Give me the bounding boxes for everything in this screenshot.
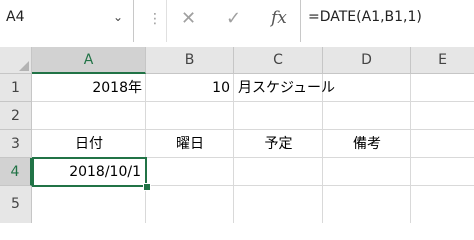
active-cell-a4[interactable]: 2018/10/1: [32, 157, 147, 187]
row-header-2[interactable]: 2: [0, 102, 32, 130]
chevron-down-icon[interactable]: ⌄: [113, 10, 123, 24]
formula-bar: A4 ⌄ ⋮ ✕ ✓ fx =DATE(A1,B1,1): [0, 0, 474, 48]
cell-b3[interactable]: 曜日: [146, 130, 234, 158]
check-icon[interactable]: ✓: [226, 8, 241, 29]
cell-c1[interactable]: 月スケジュール: [234, 74, 412, 102]
cell-b1[interactable]: 10: [146, 74, 234, 102]
formula-bar-buttons: ✕ ✓ fx: [166, 0, 300, 42]
fx-icon[interactable]: fx: [271, 8, 287, 28]
column-header-c[interactable]: C: [234, 47, 323, 74]
column-header-e[interactable]: E: [411, 47, 474, 74]
select-all-corner[interactable]: [0, 47, 32, 74]
column-header-d[interactable]: D: [323, 47, 411, 74]
formula-text[interactable]: =DATE(A1,B1,1): [308, 9, 422, 25]
cell-c3[interactable]: 予定: [234, 130, 323, 158]
column-header-a[interactable]: A: [32, 47, 146, 74]
name-box[interactable]: A4 ⌄: [0, 0, 134, 42]
row-header-1[interactable]: 1: [0, 74, 32, 102]
formula-input[interactable]: =DATE(A1,B1,1): [300, 0, 474, 42]
cell-d3[interactable]: 備考: [323, 130, 411, 158]
spreadsheet-grid: A B C D E 1 2 3 4 5 2018年 10 月スケジュール 日付 …: [0, 47, 474, 223]
cell-a3[interactable]: 日付: [32, 130, 146, 158]
row-header-4[interactable]: 4: [0, 158, 32, 186]
fill-handle[interactable]: [143, 183, 151, 191]
row-header-5[interactable]: 5: [0, 186, 32, 223]
name-box-value[interactable]: A4: [6, 9, 24, 25]
resize-handle-icon[interactable]: ⋮: [148, 11, 163, 27]
row-header-3[interactable]: 3: [0, 130, 32, 158]
column-header-b[interactable]: B: [146, 47, 234, 74]
select-all-triangle-icon: [19, 61, 29, 71]
cell-a1[interactable]: 2018年: [32, 74, 146, 102]
x-icon[interactable]: ✕: [181, 8, 196, 29]
